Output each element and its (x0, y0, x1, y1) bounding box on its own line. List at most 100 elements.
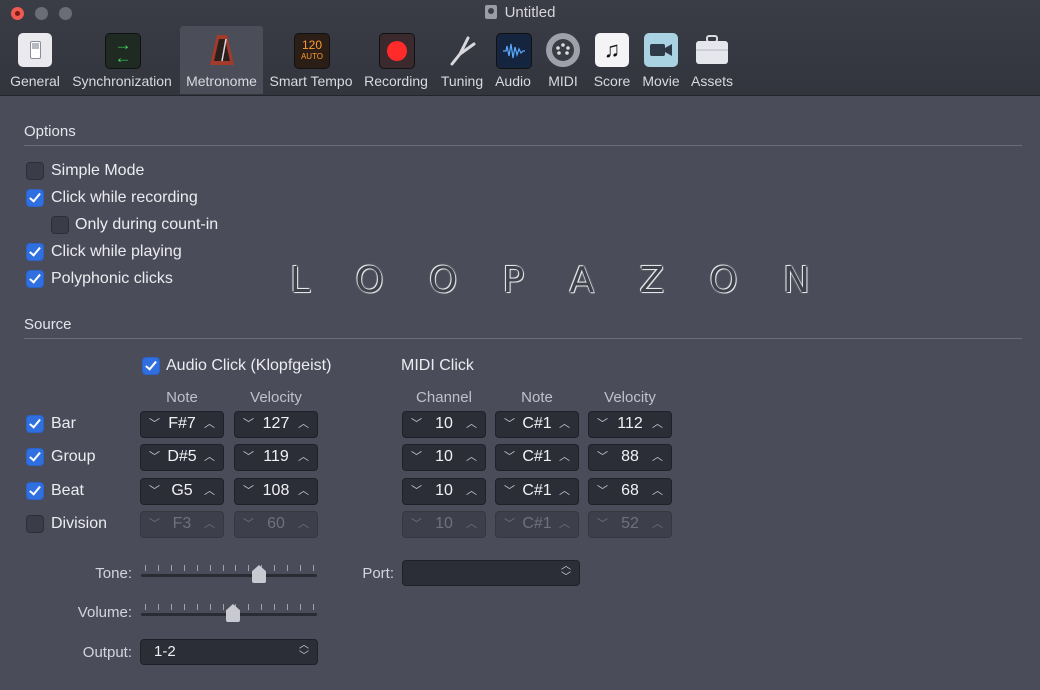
toolbar: Untitled General → ← Synchronization Metr… (0, 0, 1040, 96)
general-switch-icon (18, 33, 52, 67)
bar-midi-channel-stepper[interactable]: ﹀ 10 ︿ (402, 411, 486, 438)
tab-midi[interactable]: MIDI (540, 26, 586, 94)
group-velocity-stepper[interactable]: ﹀ 119 ︿ (234, 444, 318, 471)
group-label: Group (51, 448, 96, 465)
group-note-stepper[interactable]: ﹀ D#5 ︿ (140, 444, 224, 471)
tab-assets[interactable]: Assets (688, 26, 736, 94)
chevron-up-icon[interactable]: ︿ (204, 415, 215, 431)
simple-mode-label: Simple Mode (51, 162, 145, 179)
metronome-icon (205, 33, 239, 67)
chevron-up-icon[interactable]: ︿ (652, 482, 663, 498)
tab-synchronization[interactable]: → ← Synchronization (68, 26, 176, 94)
bar-midi-velocity-stepper[interactable]: ﹀ 112 ︿ (588, 411, 672, 438)
beat-midi-note-value: C#1 (522, 482, 552, 499)
slider-tick (300, 565, 301, 571)
smart-tempo-auto: AUTO (300, 52, 324, 61)
beat-note-stepper[interactable]: ﹀ G5 ︿ (140, 478, 224, 505)
division-midi-velocity-stepper: ﹀ 52 ︿ (588, 511, 672, 538)
watermark-letter: O (355, 259, 384, 301)
slider-tick (171, 604, 172, 610)
watermark-letter: O (428, 259, 458, 301)
tab-general[interactable]: General (6, 26, 64, 94)
port-popup[interactable]: ︿ ﹀ (402, 560, 580, 586)
slider-tick (287, 604, 288, 610)
document-icon (484, 5, 497, 19)
chevron-up-icon[interactable]: ︿ (466, 415, 477, 431)
options-divider (24, 145, 1022, 146)
group-midi-velocity-stepper[interactable]: ﹀ 88 ︿ (588, 444, 672, 471)
chevron-up-icon[interactable]: ︿ (466, 448, 477, 464)
tab-midi-label: MIDI (548, 73, 578, 89)
only-during-count-in-checkbox[interactable] (51, 216, 69, 234)
chevron-up-icon: ︿ (298, 518, 309, 530)
watermark-letter: A (569, 259, 595, 301)
slider-tick (287, 565, 288, 571)
briefcase-icon (695, 33, 729, 67)
up-down-chevron-icon: ︿ ﹀ (299, 640, 309, 662)
tab-metronome[interactable]: Metronome (180, 26, 263, 94)
slider-tick (158, 565, 159, 571)
audio-click-checkbox[interactable] (142, 357, 160, 375)
slider-knob[interactable] (226, 604, 240, 622)
bar-midi-note-stepper[interactable]: ﹀ C#1 ︿ (495, 411, 579, 438)
watermark-letter: L (290, 259, 311, 301)
click-while-playing-checkbox[interactable] (26, 243, 44, 261)
chevron-up-icon: ︿ (652, 518, 663, 530)
simple-mode-checkbox[interactable] (26, 162, 44, 180)
bar-checkbox[interactable] (26, 415, 44, 433)
tab-tuning[interactable]: Tuning (436, 26, 488, 94)
note-column-header: Note (166, 389, 198, 406)
group-midi-note-stepper[interactable]: ﹀ C#1 ︿ (495, 444, 579, 471)
tab-audio-label: Audio (495, 73, 531, 89)
source-divider (24, 338, 1022, 339)
division-midi-note-value: C#1 (522, 515, 552, 532)
tab-audio[interactable]: Audio (490, 26, 536, 94)
beat-midi-velocity-stepper[interactable]: ﹀ 68 ︿ (588, 478, 672, 505)
volume-label: Volume: (77, 604, 132, 621)
volume-slider[interactable] (141, 601, 317, 623)
click-while-recording-checkbox[interactable] (26, 189, 44, 207)
slider-track (141, 574, 317, 577)
chevron-up-icon: ︿ (466, 518, 477, 530)
chevron-up-icon[interactable]: ︿ (559, 482, 570, 498)
division-label: Division (51, 515, 108, 532)
beat-midi-channel-stepper[interactable]: ﹀ 10 ︿ (402, 478, 486, 505)
chevron-up-icon[interactable]: ︿ (652, 448, 663, 464)
tab-smart-tempo[interactable]: 120 AUTO Smart Tempo (266, 26, 356, 94)
chevron-up-icon[interactable]: ︿ (298, 482, 309, 498)
group-midi-channel-stepper[interactable]: ﹀ 10 ︿ (402, 444, 486, 471)
beat-velocity-stepper[interactable]: ﹀ 108 ︿ (234, 478, 318, 505)
beat-checkbox[interactable] (26, 482, 44, 500)
beat-midi-note-stepper[interactable]: ﹀ C#1 ︿ (495, 478, 579, 505)
chevron-up-icon[interactable]: ︿ (298, 448, 309, 464)
chevron-up-icon[interactable]: ︿ (559, 415, 570, 431)
tab-score[interactable]: ♫ Score (590, 26, 634, 94)
output-popup[interactable]: 1-2 ︿ ﹀ (140, 639, 318, 665)
tab-movie[interactable]: Movie (638, 26, 684, 94)
smart-tempo-bpm: 120 (301, 38, 323, 52)
tab-recording[interactable]: Recording (360, 26, 432, 94)
chevron-up-icon[interactable]: ︿ (559, 448, 570, 464)
chevron-up-icon[interactable]: ︿ (466, 482, 477, 498)
slider-tick (145, 565, 146, 571)
audio-waveform-icon (496, 33, 532, 69)
output-value: 1-2 (154, 643, 176, 660)
slider-tick (235, 565, 236, 571)
bar-note-stepper[interactable]: ﹀ F#7 ︿ (140, 411, 224, 438)
polyphonic-clicks-checkbox[interactable] (26, 270, 44, 288)
chevron-up-icon[interactable]: ︿ (204, 482, 215, 498)
group-checkbox[interactable] (26, 448, 44, 466)
tone-slider[interactable] (141, 562, 317, 584)
chevron-up-icon[interactable]: ︿ (204, 448, 215, 464)
bar-velocity-stepper[interactable]: ﹀ 127 ︿ (234, 411, 318, 438)
bar-label: Bar (51, 415, 76, 432)
midi-velocity-column-header: Velocity (604, 389, 656, 406)
slider-knob[interactable] (252, 565, 266, 583)
bar-midi-channel-value: 10 (435, 415, 453, 432)
slider-tick (145, 604, 146, 610)
division-checkbox[interactable] (26, 515, 44, 533)
chevron-up-icon[interactable]: ︿ (652, 415, 663, 431)
tab-score-label: Score (593, 73, 631, 89)
slider-tick (184, 565, 185, 571)
chevron-up-icon[interactable]: ︿ (298, 415, 309, 431)
